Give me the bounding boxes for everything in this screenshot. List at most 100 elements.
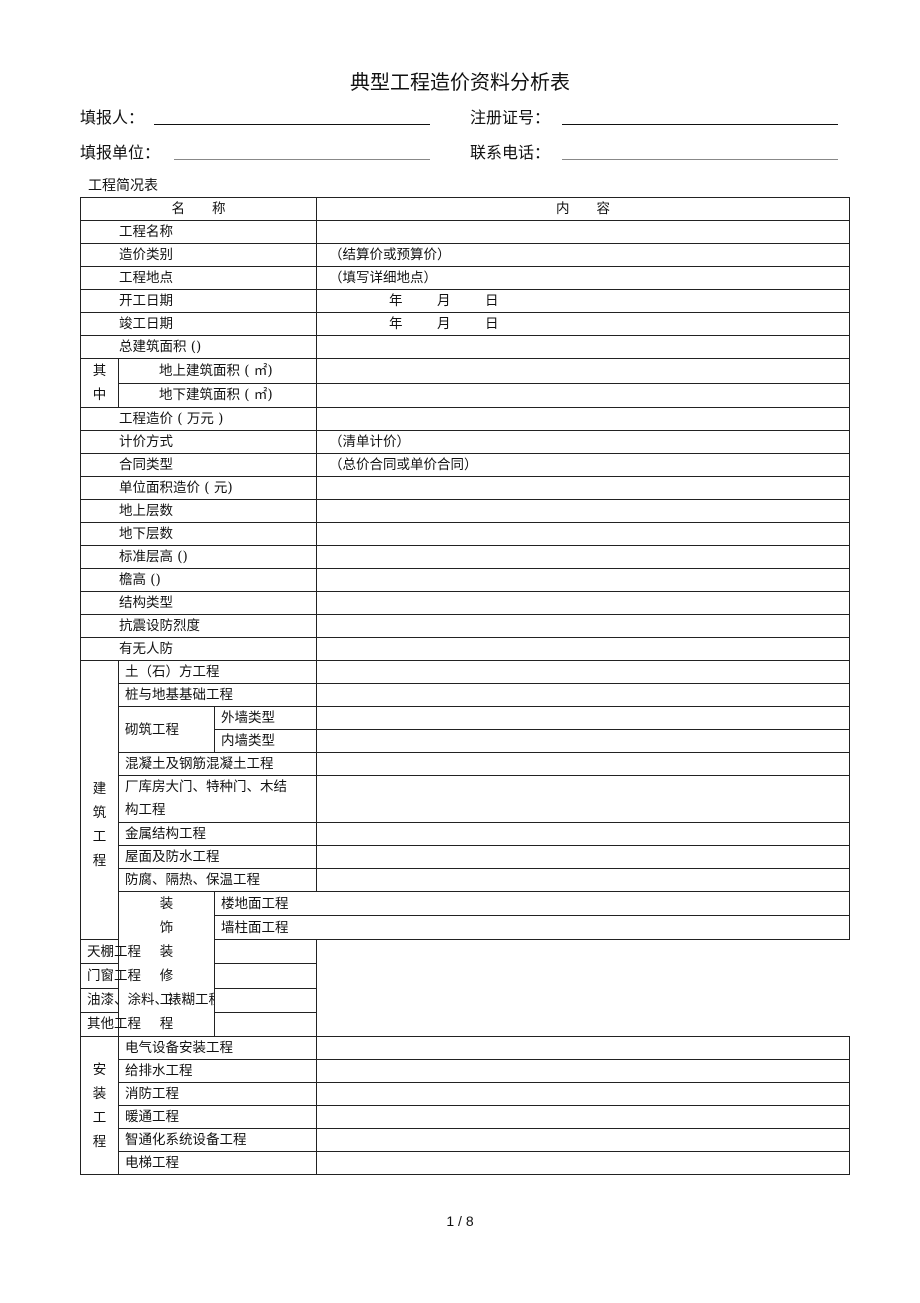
table-row: 总建筑面积 ()	[79, 335, 851, 359]
phone-label: 联系电话：	[470, 143, 551, 162]
row-label: 抗震设防烈度	[79, 614, 318, 638]
row-value-cell[interactable]	[316, 660, 851, 684]
row-label: 外墙类型	[213, 706, 318, 730]
table-row: 智通化系统设备工程	[81, 1128, 851, 1152]
row-value-cell[interactable]	[316, 1082, 851, 1106]
row-value-cell[interactable]	[316, 1059, 851, 1083]
row-label-masonry: 砌筑工程	[118, 706, 215, 753]
row-label: 工程名称	[79, 220, 318, 244]
row-label: 暖通工程	[117, 1105, 318, 1129]
table-row: 给排水工程	[81, 1059, 851, 1083]
month-label: 月	[437, 293, 451, 309]
row-value-cell[interactable]	[316, 382, 851, 408]
row-label: 地下建筑面积 ( ㎡)	[117, 382, 318, 408]
end-date-cell[interactable]: 年月日	[316, 312, 851, 336]
row-label: 门窗工程	[80, 963, 215, 989]
row-value-cell[interactable]	[316, 706, 851, 730]
row-value-cell[interactable]	[316, 407, 851, 431]
row-value-cell[interactable]	[316, 752, 851, 776]
table-row: 合同类型 （总价合同或单价合同）	[79, 453, 851, 477]
row-value-cell[interactable]	[316, 358, 851, 384]
row-label: 合同类型	[79, 453, 318, 477]
row-value-cell[interactable]	[316, 868, 851, 892]
table-row: 结构类型	[79, 591, 851, 615]
page-number: 1 / 8	[446, 1213, 474, 1229]
month-label: 月	[437, 316, 451, 332]
row-label: 消防工程	[117, 1082, 318, 1106]
row-value-cell[interactable]	[316, 683, 851, 707]
row-value-cell[interactable]: （填写详细地点）	[316, 266, 851, 290]
row-label: 电气设备安装工程	[117, 1036, 318, 1060]
table-row: 桩与地基基础工程	[81, 683, 851, 707]
row-label: 造价类别	[79, 243, 318, 267]
table-row: 消防工程	[81, 1082, 851, 1106]
row-value-cell[interactable]	[316, 522, 851, 546]
row-value-cell[interactable]	[316, 568, 851, 592]
row-label: 土（石）方工程	[117, 660, 318, 684]
row-label: 结构类型	[79, 591, 318, 615]
row-value-cell[interactable]	[213, 1011, 318, 1038]
table-row: 地上层数	[79, 499, 851, 523]
unit-label: 填报单位：	[80, 143, 161, 162]
row-value-cell[interactable]: （总价合同或单价合同）	[316, 453, 851, 477]
row-label: 其他工程	[80, 1011, 215, 1038]
table-row: 标准层高 ()	[79, 545, 851, 569]
row-value-cell[interactable]	[316, 845, 851, 869]
row-label: 檐高 ()	[79, 568, 318, 592]
table-row: 安装工程 电气设备安装工程	[80, 1036, 851, 1175]
row-label: 混凝土及钢筋混凝土工程	[117, 752, 318, 776]
row-value-cell[interactable]	[316, 1128, 851, 1152]
row-value-cell[interactable]	[316, 614, 851, 638]
row-value-cell[interactable]	[316, 476, 851, 500]
row-label: 给排水工程	[117, 1059, 318, 1083]
table-row: 单位面积造价 ( 元)	[79, 476, 851, 500]
row-value-cell[interactable]	[316, 1151, 851, 1175]
table-row: 计价方式 （清单计价）	[79, 430, 851, 454]
row-label: 智通化系统设备工程	[117, 1128, 318, 1152]
row-value-cell[interactable]	[316, 637, 851, 661]
table-row: 地下层数	[79, 522, 851, 546]
table-row: 开工日期 年 月 日	[79, 289, 851, 313]
row-value-cell[interactable]	[213, 939, 318, 965]
row-value-cell[interactable]: （结算价或预算价）	[316, 243, 851, 267]
table-row: 造价类别 （结算价或预算价）	[79, 243, 851, 267]
row-label: 地下层数	[79, 522, 318, 546]
table-row: 混凝土及钢筋混凝土工程	[81, 752, 851, 776]
group-label-building: 建筑工程	[80, 659, 119, 941]
row-label: 防腐、隔热、保温工程	[117, 868, 318, 892]
phone-input-line[interactable]	[562, 159, 838, 160]
row-label: 地上层数	[79, 499, 318, 523]
table-row: 暖通工程	[81, 1105, 851, 1129]
row-label: 内墙类型	[213, 729, 318, 753]
row-value-cell[interactable]	[316, 220, 851, 244]
row-value-cell[interactable]	[213, 963, 318, 989]
row-label: 厂库房大门、特种门、木结构工程	[117, 775, 318, 823]
table-row: 防腐、隔热、保温工程	[81, 868, 851, 892]
row-value-cell[interactable]	[316, 729, 851, 753]
row-value-cell[interactable]	[316, 1036, 851, 1060]
project-overview-table: 名 称 内 容 工程名称 造价类别 （结算价或预算价） 工程地点 （填写详细地点…	[79, 197, 851, 1175]
row-value-cell[interactable]: （清单计价）	[316, 430, 851, 454]
reg-no-label: 注册证号：	[470, 108, 551, 127]
table-row: 地下建筑面积 ( ㎡)	[81, 382, 851, 408]
start-date-cell[interactable]: 年月日	[316, 289, 851, 313]
group-label-of-which: 其中	[80, 358, 119, 408]
row-value-cell[interactable]	[316, 335, 851, 359]
year-label: 年	[389, 293, 403, 309]
table-row: 其他工程	[80, 1011, 850, 1038]
table-row: 金属结构工程	[81, 822, 851, 846]
row-value-cell[interactable]	[316, 545, 851, 569]
row-value-cell[interactable]	[213, 987, 318, 1013]
row-value-cell[interactable]	[316, 775, 851, 823]
row-value-cell[interactable]	[316, 1105, 851, 1129]
header-content: 内 容	[316, 197, 851, 221]
row-value-cell[interactable]	[316, 499, 851, 523]
table-row: 有无人防	[79, 637, 851, 661]
reg-no-input-line[interactable]	[562, 124, 838, 125]
row-value-cell[interactable]	[316, 822, 851, 846]
table-row: 檐高 ()	[79, 568, 851, 592]
filler-input-line[interactable]	[154, 124, 430, 125]
unit-input-line[interactable]	[174, 159, 430, 160]
row-value-cell[interactable]	[316, 591, 851, 615]
row-label: 墙柱面工程	[213, 915, 851, 941]
